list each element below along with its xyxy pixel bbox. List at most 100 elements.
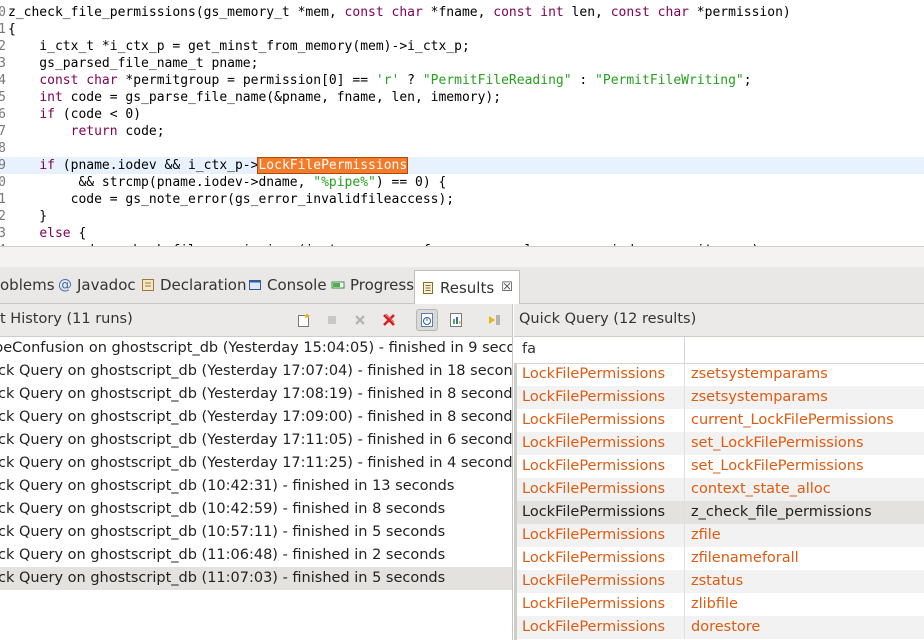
line-number: 3 (0, 56, 6, 71)
view-tab-bar: oblems @ Javadoc Declaration Console Pro… (0, 267, 924, 304)
export-icon[interactable] (446, 310, 466, 330)
result-row[interactable]: LockFilePermissions set_LockFilePermissio… (514, 432, 924, 455)
result-cell-function[interactable]: zlibfile (691, 593, 738, 616)
line-number: 9 (0, 158, 6, 173)
result-cell-field[interactable]: LockFilePermissions (522, 547, 665, 570)
code-line[interactable]: 0 && strcmp(pname.iodev->dname, "%pipe%"… (0, 174, 924, 191)
history-row[interactable]: ick Query on ghostscript_db (Yesterday 1… (0, 406, 512, 429)
history-sort-icon[interactable] (416, 309, 438, 331)
result-cell-function[interactable]: current_LockFilePermissions (691, 409, 894, 432)
result-row[interactable]: LockFilePermissions current_LockFilePermi… (514, 409, 924, 432)
result-row[interactable]: LockFilePermissions dorestore (514, 616, 924, 639)
new-query-icon[interactable] (294, 310, 314, 330)
result-cell-function[interactable]: zsetsystemparams (691, 363, 828, 386)
result-cell-function[interactable]: context_state_alloc (691, 478, 831, 501)
result-cell-function[interactable]: dorestore (691, 616, 760, 639)
result-row[interactable]: LockFilePermissions zsetsystemparams (514, 386, 924, 409)
history-row-label: ick Query on ghostscript_db (10:57:11) -… (0, 524, 446, 540)
result-row[interactable]: LockFilePermissions set_LockFilePermissio… (514, 455, 924, 478)
keyword-token: int (39, 90, 63, 105)
history-row[interactable]: ick Query on ghostscript_db (Yesterday 1… (0, 452, 512, 475)
result-row[interactable]: LockFilePermissions context_state_alloc (514, 478, 924, 501)
remove-all-icon[interactable] (379, 310, 399, 330)
result-row[interactable]: LockFilePermissions zlibfile (514, 593, 924, 616)
result-cell-function[interactable]: zstatus (691, 570, 743, 593)
result-cell-function[interactable]: zfilenameforall (691, 547, 799, 570)
code-line[interactable]: 5 int code = gs_parse_file_name(&pname, … (0, 89, 924, 106)
result-cell-field[interactable]: LockFilePermissions (522, 386, 665, 409)
history-row[interactable]: ick Query on ghostscript_db (10:42:59) -… (0, 498, 512, 521)
result-row[interactable]: LockFilePermissions zfilenameforall (514, 547, 924, 570)
result-cell-field[interactable]: LockFilePermissions (522, 593, 665, 616)
line-number: 2 (0, 39, 6, 54)
tab-javadoc[interactable]: @ Javadoc (58, 271, 136, 299)
result-row[interactable]: LockFilePermissions zfile (514, 524, 924, 547)
tab-problems[interactable]: oblems (0, 271, 55, 299)
stop-icon[interactable] (322, 310, 342, 330)
tab-label: Progress (350, 276, 415, 294)
code-line[interactable]: 3 else { (0, 225, 924, 242)
progress-icon (331, 278, 345, 292)
code-line[interactable]: 2 i_ctx_t *i_ctx_p = get_minst_from_memo… (0, 38, 924, 55)
declaration-icon (141, 278, 155, 292)
code-token: code; (117, 124, 165, 139)
history-row[interactable]: ick Query on ghostscript_db (Yesterday 1… (0, 360, 512, 383)
history-row[interactable]: peConfusion on ghostscript_db (Yesterday… (0, 337, 512, 360)
result-cell-field[interactable]: LockFilePermissions (522, 478, 665, 501)
history-row[interactable]: ick Query on ghostscript_db (10:57:11) -… (0, 521, 512, 544)
history-row[interactable]: ick Query on ghostscript_db (11:06:48) -… (0, 544, 512, 567)
result-cell-field[interactable]: LockFilePermissions (522, 432, 665, 455)
result-cell-field[interactable]: LockFilePermissions (522, 570, 665, 593)
result-row[interactable]: LockFilePermissions z_check_file_permissi… (514, 501, 924, 524)
code-token: (code < 0) (54, 107, 142, 122)
history-row[interactable]: ick Query on ghostscript_db (Yesterday 1… (0, 383, 512, 406)
code-token: len, (563, 5, 611, 20)
results-toolbar: Quick Query (12 results) (514, 304, 924, 337)
result-cell-function[interactable]: z_check_file_permissions (691, 501, 872, 524)
cell-divider (684, 478, 685, 501)
result-cell-field[interactable]: LockFilePermissions (522, 455, 665, 478)
remove-icon[interactable] (350, 310, 370, 330)
cell-divider (684, 547, 685, 570)
tab-results[interactable]: Results ☒ (414, 270, 520, 304)
tab-declaration[interactable]: Declaration (141, 271, 246, 299)
result-cell-field[interactable]: LockFilePermissions (522, 363, 665, 386)
code-line[interactable]: 1 code = gs_note_error(gs_error_invalidf… (0, 191, 924, 208)
code-line[interactable]: 3 gs_parsed_file_name_t pname; (0, 55, 924, 72)
result-cell-field[interactable]: LockFilePermissions (522, 501, 665, 524)
code-line[interactable]: 7 return code; (0, 123, 924, 140)
results-title: Quick Query (12 results) (519, 311, 697, 327)
result-cell-field[interactable]: LockFilePermissions (522, 616, 665, 639)
code-line[interactable]: 2 } (0, 208, 924, 225)
code-text: const char *permitgroup = permission[0] … (8, 72, 751, 89)
result-row[interactable]: LockFilePermissions zsetsystemparams (514, 363, 924, 386)
view-menu-icon[interactable] (484, 310, 504, 330)
result-row[interactable]: LockFilePermissions zstatus (514, 570, 924, 593)
results-column-header[interactable]: fa (514, 337, 924, 364)
history-row[interactable]: ick Query on ghostscript_db (Yesterday 1… (0, 429, 512, 452)
result-cell-field[interactable]: LockFilePermissions (522, 524, 665, 547)
result-cell-function[interactable]: zfile (691, 524, 721, 547)
history-row[interactable]: ick Query on ghostscript_db (11:07:03) -… (0, 567, 512, 590)
line-number: 2 (0, 209, 6, 224)
code-line[interactable]: 9 if (pname.iodev && i_ctx_p->LockFilePe… (0, 157, 924, 174)
result-cell-function[interactable]: set_LockFilePermissions (691, 432, 864, 455)
code-line[interactable]: 4 const char *permitgroup = permission[0… (0, 72, 924, 89)
history-row[interactable]: ick Query on ghostscript_db (10:42:31) -… (0, 475, 512, 498)
column-divider[interactable] (684, 337, 685, 363)
code-line[interactable]: 1{ (0, 21, 924, 38)
result-cell-function[interactable]: set_LockFilePermissions (691, 455, 864, 478)
result-cell-function[interactable]: zsetsystemparams (691, 386, 828, 409)
line-number: 1 (0, 22, 6, 37)
keyword-token: else (39, 226, 71, 241)
tab-progress[interactable]: Progress (331, 271, 414, 299)
code-editor[interactable]: 0 z_check_file_permissions(gs_memory_t *m… (0, 0, 924, 246)
result-cell-field[interactable]: LockFilePermissions (522, 409, 665, 432)
line-number: 8 (0, 141, 6, 156)
code-line[interactable]: 0 z_check_file_permissions(gs_memory_t *m… (0, 4, 924, 21)
tab-console[interactable]: Console (248, 271, 327, 299)
code-line[interactable]: 8 (0, 140, 924, 157)
keyword-token: if (39, 107, 55, 122)
code-line[interactable]: 6 if (code < 0) (0, 106, 924, 123)
close-icon[interactable]: ☒ (501, 280, 513, 295)
